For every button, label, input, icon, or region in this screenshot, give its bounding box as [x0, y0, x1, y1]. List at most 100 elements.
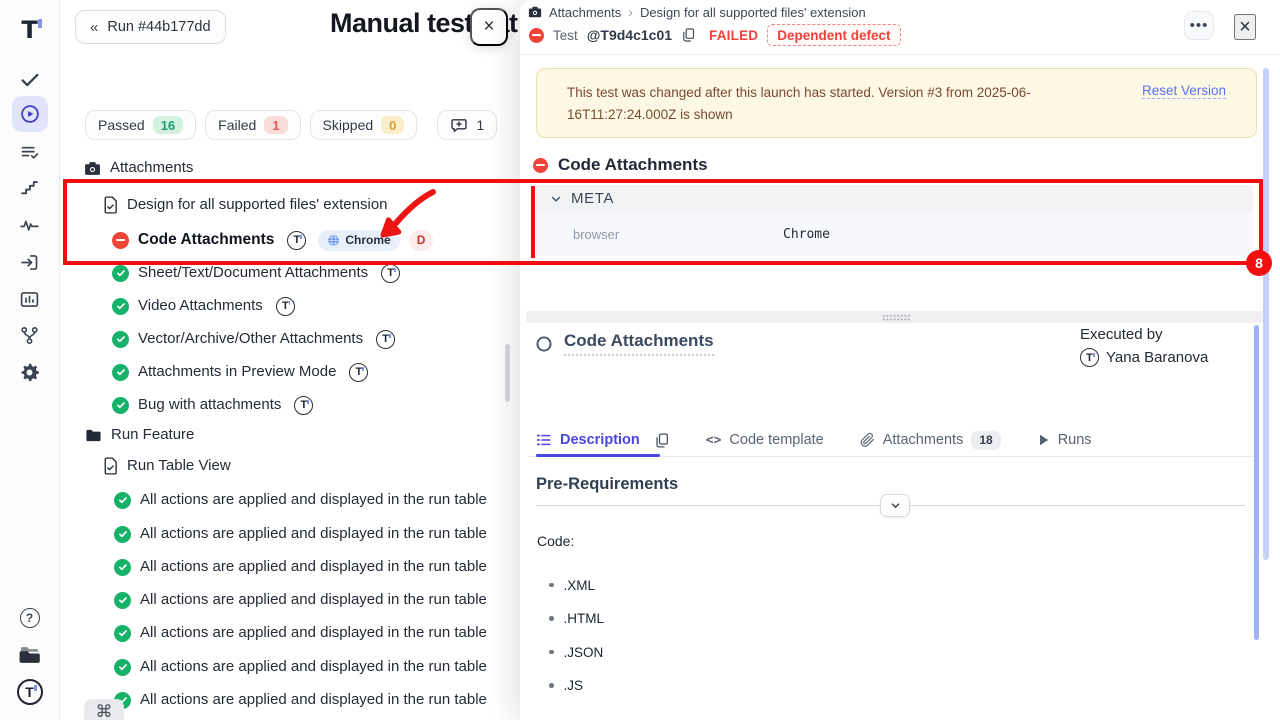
passed-status-icon	[114, 659, 131, 676]
document-check-icon	[103, 196, 118, 214]
steps-icon	[19, 178, 40, 199]
meta-section-toggle[interactable]: META	[536, 185, 1253, 212]
filter-failed[interactable]: Failed 1	[205, 110, 300, 140]
breadcrumb-parent[interactable]: Attachments	[549, 5, 621, 20]
sidebar-item-branches[interactable]	[12, 317, 48, 353]
breadcrumb-separator: ›	[628, 4, 633, 20]
outer-scrollbar[interactable]	[1263, 68, 1269, 560]
paperclip-icon	[860, 432, 875, 448]
sidebar-item-tests[interactable]	[12, 62, 48, 98]
test-run-table-action[interactable]: All actions are applied and displayed in…	[114, 655, 487, 679]
copy-icon	[681, 27, 696, 43]
definition-title[interactable]: Code Attachments	[564, 331, 714, 356]
result-title: Code Attachments	[558, 155, 708, 175]
status-badge: FAILED	[709, 28, 758, 43]
tab-attachments[interactable]: Attachments 18	[860, 431, 1001, 450]
copy-icon	[654, 432, 670, 449]
testomat-avatar-icon	[276, 297, 295, 316]
folders-icon	[18, 645, 42, 665]
testomat-logo-icon	[21, 16, 37, 44]
defect-badge-d[interactable]: D	[409, 230, 434, 251]
definition-header: Code Attachments	[536, 331, 714, 356]
filter-comments[interactable]: 1	[437, 110, 497, 140]
test-run-table-action[interactable]: All actions are applied and displayed in…	[114, 621, 487, 645]
branch-icon	[19, 325, 40, 346]
collapse-section-button[interactable]	[880, 494, 910, 517]
gear-icon	[19, 362, 40, 383]
passed-label: Passed	[98, 117, 145, 133]
copy-test-id-button[interactable]	[681, 27, 696, 43]
sidebar-item-account[interactable]	[12, 674, 48, 710]
command-key-hint[interactable]: ⌘	[84, 699, 124, 720]
list-item: .XML	[549, 577, 604, 593]
sidebar-item-analytics[interactable]	[12, 281, 48, 317]
defect-badge[interactable]: Dependent defect	[767, 24, 900, 46]
test-group-design[interactable]: Design for all supported files' extensio…	[103, 193, 388, 217]
test-run-table-action[interactable]: All actions are applied and displayed in…	[114, 488, 487, 512]
copy-description-button[interactable]	[654, 432, 670, 449]
detail-header: Attachments › Design for all supported f…	[520, 0, 1280, 55]
sidebar-item-settings[interactable]	[12, 354, 48, 390]
app-logo[interactable]	[12, 12, 48, 48]
filter-skipped[interactable]: Skipped 0	[310, 110, 418, 140]
close-icon: ×	[483, 16, 494, 38]
test-bug-attachments[interactable]: Bug with attachments	[112, 393, 313, 417]
reset-version-link[interactable]: Reset Version	[1142, 83, 1226, 99]
document-check-icon	[103, 457, 118, 475]
sidebar-item-milestones[interactable]	[12, 170, 48, 206]
sidebar-item-projects[interactable]	[12, 637, 48, 673]
skipped-count: 0	[381, 116, 404, 134]
run-back-button[interactable]: « Run #44b177dd	[75, 10, 226, 44]
test-vector-attachments[interactable]: Vector/Archive/Other Attachments	[112, 327, 395, 351]
back-chevrons-icon: «	[90, 19, 98, 36]
tab-runs[interactable]: Runs	[1037, 432, 1092, 448]
passed-status-icon	[112, 298, 129, 315]
sidebar-item-runs[interactable]	[12, 96, 48, 132]
test-run-table-action[interactable]: All actions are applied and displayed in…	[114, 522, 487, 546]
browser-badge[interactable]: Chrome	[318, 230, 399, 251]
testomat-avatar-icon	[381, 264, 400, 283]
panel-splitter[interactable]	[526, 311, 1266, 323]
run-id-label: Run #44b177dd	[107, 19, 210, 35]
bullet-icon	[549, 616, 554, 621]
test-run-table-action[interactable]: All actions are applied and displayed in…	[114, 555, 487, 579]
more-icon: •••	[1190, 17, 1209, 34]
sidebar-item-import[interactable]	[12, 244, 48, 280]
active-tab-underline	[536, 454, 660, 457]
sidebar-item-pulse[interactable]	[12, 207, 48, 243]
sidebar-item-plans[interactable]	[12, 134, 48, 170]
folder-icon	[85, 428, 102, 443]
test-run-table-action[interactable]: All actions are applied and displayed in…	[114, 588, 487, 612]
list-icon	[536, 432, 552, 448]
testomat-avatar-icon	[287, 231, 306, 250]
passed-status-icon	[112, 331, 129, 348]
check-icon	[19, 69, 41, 91]
test-run-table-action[interactable]: All actions are applied and displayed in…	[114, 688, 487, 712]
user-avatar	[1080, 348, 1099, 367]
tab-code-template[interactable]: <> Code template	[706, 432, 824, 448]
run-panel-close-button[interactable]: ×	[470, 8, 508, 46]
breadcrumb-current[interactable]: Design for all supported files' extensio…	[640, 5, 866, 20]
play-icon	[1037, 433, 1050, 447]
passed-status-icon	[112, 265, 129, 282]
prerequirements-heading: Pre-Requirements	[536, 475, 678, 494]
test-code-attachments[interactable]: Code Attachments Chrome D	[112, 228, 433, 252]
version-banner: This test was changed after this launch …	[536, 68, 1257, 138]
suite-attachments[interactable]: Attachments	[84, 156, 193, 180]
left-scrollbar[interactable]	[505, 344, 510, 402]
detail-close-button[interactable]: ×	[1234, 14, 1256, 40]
tab-description[interactable]: Description	[536, 432, 640, 448]
passed-status-icon	[112, 397, 129, 414]
comment-add-icon	[450, 117, 468, 134]
test-group-run-table-view[interactable]: Run Table View	[103, 454, 231, 478]
filter-passed[interactable]: Passed 16	[85, 110, 196, 140]
sidebar-item-help[interactable]	[12, 600, 48, 636]
test-id-row: Test @T9d4c1c01 FAILED Dependent defect	[529, 24, 901, 46]
test-video-attachments[interactable]: Video Attachments	[112, 294, 295, 318]
test-sheet-attachments[interactable]: Sheet/Text/Document Attachments	[112, 261, 400, 285]
inner-scrollbar[interactable]	[1254, 325, 1259, 640]
passed-count: 16	[153, 116, 183, 134]
test-preview-mode[interactable]: Attachments in Preview Mode	[112, 360, 368, 384]
suite-run-feature[interactable]: Run Feature	[85, 423, 194, 447]
more-menu-button[interactable]: •••	[1184, 11, 1214, 40]
